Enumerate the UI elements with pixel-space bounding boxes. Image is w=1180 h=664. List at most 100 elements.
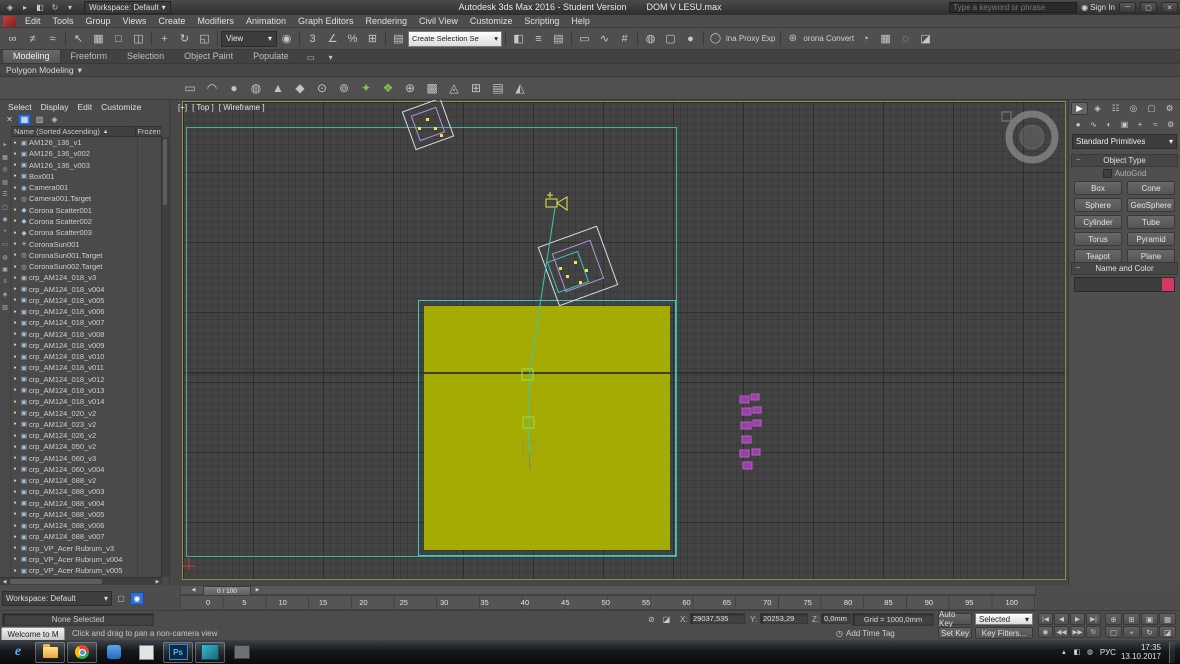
selection-tool-icon[interactable]: ▦ xyxy=(89,30,108,48)
selection-set-combo[interactable]: Create Selection Se ▾ xyxy=(408,31,502,47)
frozen-cell[interactable] xyxy=(137,227,162,238)
explorer-filter-icon[interactable]: ☰ xyxy=(1,190,10,199)
scene-object-row[interactable]: ▣ crp_AM124_088_v003 xyxy=(11,486,162,497)
sign-in-button[interactable]: ◉ Sign In xyxy=(1081,3,1115,12)
primitive-button[interactable]: Torus xyxy=(1074,232,1122,246)
command-panel-tab-icon[interactable]: ◈ xyxy=(1089,102,1106,115)
menu-item[interactable]: Modifiers xyxy=(191,16,240,26)
create-category-icon[interactable]: + xyxy=(1133,118,1147,130)
modeling-toolbar-icon[interactable]: ◬ xyxy=(444,79,464,98)
taskbar-gray-app[interactable] xyxy=(131,642,161,663)
scrollbar-thumb[interactable] xyxy=(10,579,102,584)
frozen-cell[interactable] xyxy=(137,407,162,418)
max-app-icon[interactable] xyxy=(3,16,16,27)
taskbar-clock[interactable]: 17:35 13.10.2017 xyxy=(1121,643,1161,661)
scene-object-row[interactable]: ▣ crp_AM124_023_v2 xyxy=(11,419,162,430)
scene-object-row[interactable]: ▣ crp_AM124_026_v2 xyxy=(11,430,162,441)
scene-object-row[interactable]: ▣ crp_AM124_018_v006 xyxy=(11,306,162,317)
taskbar-blue-app[interactable] xyxy=(99,642,129,663)
viewport-nav-icon[interactable]: ▣ xyxy=(1141,613,1158,625)
frame-forward-icon[interactable]: ▶ xyxy=(253,586,262,594)
viewport-nav-icon[interactable]: + xyxy=(1123,626,1140,638)
workspace-settings-icon[interactable]: ▢ xyxy=(114,592,128,605)
scene-object-row[interactable]: ▣ AM126_136_v1 xyxy=(11,137,162,148)
scene-object-row[interactable]: ▣ crp_VP_Acer Rubrum_v3 xyxy=(11,543,162,554)
scene-object-row[interactable]: ▣ crp_AM124_018_v011 xyxy=(11,362,162,373)
frozen-cell[interactable] xyxy=(137,171,162,182)
display-fil-icon[interactable]: ▦ xyxy=(18,114,31,125)
playback-control-icon[interactable]: ▶▶ xyxy=(1070,626,1085,638)
create-category-icon[interactable]: ∿ xyxy=(1086,118,1100,130)
set-key-button[interactable]: Set Key xyxy=(938,627,972,639)
frozen-column-header[interactable]: Frozen xyxy=(135,127,162,136)
frozen-cell[interactable] xyxy=(137,193,162,204)
taskbar-3dsmax[interactable] xyxy=(195,642,225,663)
frozen-cell[interactable] xyxy=(137,148,162,159)
explorer-vertical-scrollbar[interactable] xyxy=(161,137,169,577)
x-coordinate-field[interactable]: 29037,535 xyxy=(690,613,745,624)
quick-access-icon[interactable]: ▾ xyxy=(63,2,77,13)
corona-proxy-icon[interactable]: ◯ xyxy=(707,31,724,47)
modeling-toolbar-icon[interactable]: ▩ xyxy=(422,79,442,98)
scene-object-row[interactable]: ▣ crp_AM124_018_v3 xyxy=(11,272,162,283)
primitive-button[interactable]: Plane xyxy=(1127,249,1175,263)
scene-object-row[interactable]: ◆ Corona Scatter002 xyxy=(11,216,162,227)
primitive-button[interactable]: GeoSphere xyxy=(1127,198,1175,212)
frozen-cell[interactable] xyxy=(137,238,162,249)
explorer-filter-icon[interactable]: ◉ xyxy=(1,215,10,224)
explorer-filter-icon[interactable]: ▢ xyxy=(1,203,10,212)
quick-access-icon[interactable]: ◈ xyxy=(3,2,17,13)
primitive-button[interactable]: Tube xyxy=(1127,215,1175,229)
scene-object-row[interactable]: ◎ Camera001.Target xyxy=(11,193,162,204)
menu-item[interactable]: Scripting xyxy=(518,16,565,26)
corona-convert-icon[interactable]: ⊛ xyxy=(784,31,801,47)
autogrid-checkbox[interactable] xyxy=(1103,169,1112,178)
selection-tool-icon[interactable]: □ xyxy=(109,30,128,48)
playback-control-icon[interactable]: ▶| xyxy=(1086,613,1101,625)
explorer-filter-icon[interactable]: ▤ xyxy=(1,178,10,187)
frozen-cell[interactable] xyxy=(137,306,162,317)
corona-convert-label[interactable]: orona Convert xyxy=(803,34,854,43)
workspace-dropdown[interactable]: Workspace: Default ▾ xyxy=(84,1,171,14)
render-icon[interactable]: ◍ xyxy=(641,30,660,48)
name-color-rollout[interactable]: − Name and Color xyxy=(1071,262,1178,275)
frozen-cell[interactable] xyxy=(137,509,162,520)
key-selection-combo[interactable]: Selected ▾ xyxy=(975,613,1033,625)
taskbar-explorer[interactable] xyxy=(35,642,65,663)
object-type-rollout[interactable]: − Object Type xyxy=(1071,154,1178,167)
viewport-nav-icon[interactable]: ▦ xyxy=(1159,613,1176,625)
create-category-icon[interactable]: ◐ xyxy=(1102,118,1116,130)
y-coordinate-field[interactable]: 20253,29 xyxy=(760,613,808,624)
menu-item[interactable]: Customize xyxy=(464,16,519,26)
menu-item[interactable]: Help xyxy=(565,16,596,26)
scene-object-row[interactable]: ▣ crp_AM124_050_v2 xyxy=(11,441,162,452)
frozen-cell[interactable] xyxy=(137,486,162,497)
editor-icon[interactable]: ∿ xyxy=(595,30,614,48)
frozen-cell[interactable] xyxy=(137,283,162,294)
modeling-toolbar-icon[interactable]: ▤ xyxy=(488,79,508,98)
scene-object-row[interactable]: ▣ crp_AM124_018_v007 xyxy=(11,317,162,328)
explorer-filter-icon[interactable]: ▸ xyxy=(1,140,10,149)
render-icon[interactable]: ● xyxy=(681,30,700,48)
primitive-button[interactable]: Sphere xyxy=(1074,198,1122,212)
frozen-cell[interactable] xyxy=(137,329,162,340)
primitive-category-dropdown[interactable]: Standard Primitives ▾ xyxy=(1072,134,1177,149)
quick-access-icon[interactable]: ↻ xyxy=(48,2,62,13)
scene-object-row[interactable]: ☀ CoronaSun001 xyxy=(11,238,162,249)
frozen-cell[interactable] xyxy=(137,295,162,306)
corona-tool-icon[interactable]: ◔ xyxy=(856,30,875,48)
playback-control-icon[interactable]: ↻ xyxy=(1086,626,1101,638)
create-category-icon[interactable]: ≈ xyxy=(1148,118,1162,130)
scene-object-row[interactable]: ▣ AM126_136_v003 xyxy=(11,160,162,171)
corona-proxy-label[interactable]: ina Proxy Exp xyxy=(726,34,775,43)
frozen-cell[interactable] xyxy=(137,205,162,216)
command-panel-tab-icon[interactable]: ▢ xyxy=(1143,102,1160,115)
frozen-cell[interactable] xyxy=(137,250,162,261)
modeling-toolbar-icon[interactable]: ◍ xyxy=(246,79,266,98)
explorer-filter-icon[interactable]: + xyxy=(1,228,10,237)
corona-tool-icon[interactable]: ▦ xyxy=(876,30,895,48)
viewport-nav-icon[interactable]: ◪ xyxy=(1159,626,1176,638)
scene-object-row[interactable]: ▣ crp_AM124_088_v007 xyxy=(11,531,162,542)
explorer-filter-icon[interactable]: ◈ xyxy=(1,290,10,299)
scene-object-row[interactable]: ▣ crp_AM124_020_v2 xyxy=(11,407,162,418)
